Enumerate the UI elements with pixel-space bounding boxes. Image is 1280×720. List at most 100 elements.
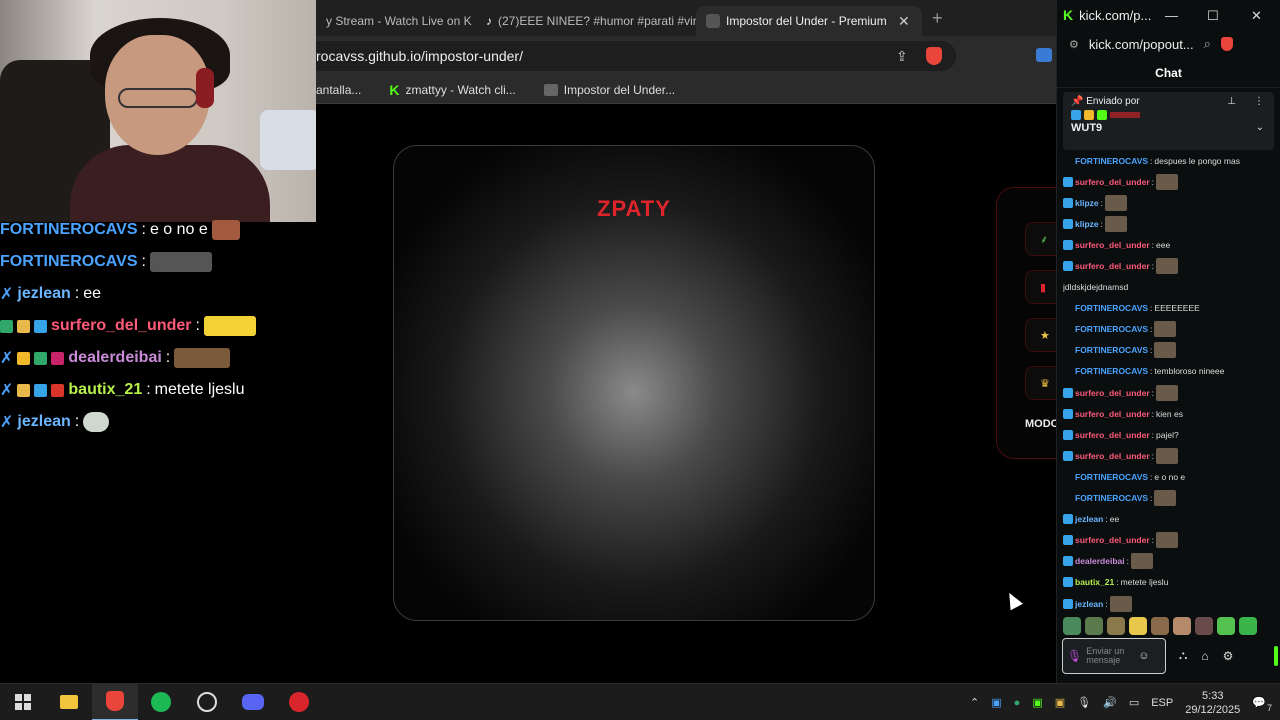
new-tab-icon[interactable]: + [932,8,943,29]
badge-icon [1063,577,1073,588]
badge-icon [1063,472,1073,482]
chat-username[interactable]: surfero_del_under [1075,388,1150,398]
emote-icon [174,348,231,368]
tab-label: (27)EEE NINEE? #humor #parati #vira [498,14,696,28]
badge-icon [1063,493,1073,503]
more-options-icon[interactable]: ⋮ [1254,96,1264,107]
chat-username[interactable]: FORTINEROCAVS [1075,345,1148,355]
mic-icon[interactable]: 🎙 [1067,649,1082,663]
discord-icon[interactable] [230,684,276,720]
chat-username[interactable]: jezlean [1075,514,1103,524]
emote-icon[interactable] [1085,617,1103,635]
url-text: rocavss.github.io/impostor-under/ [316,48,523,64]
emoji-icon[interactable]: ☺ [1138,650,1149,662]
emote-icon [149,252,212,272]
zoom-icon[interactable]: ⌕ [1204,36,1211,52]
chat-message: ✗ bautix_21: metete ljeslu [0,381,245,399]
chat-username[interactable]: FORTINEROCAVS [1075,493,1148,503]
clock[interactable]: 5:33 29/12/2025 [1185,689,1240,717]
brave-icon[interactable] [92,683,138,720]
badge-icon [1063,261,1073,272]
bookmark-item[interactable]: antalla... [316,83,361,97]
tray-app-icon[interactable]: ● [1014,697,1021,709]
badge-icon [1063,176,1073,187]
obs-icon[interactable] [184,684,230,720]
bookmark-item[interactable]: K zmattyy - Watch cli... [389,82,515,98]
brave-shields-icon[interactable] [1220,37,1233,51]
kick-icon: K [1063,7,1074,23]
emote-icon[interactable] [1151,617,1169,635]
emote-icon[interactable] [1063,617,1081,635]
emote-icon [211,220,240,240]
chat-text: despues le pongo mas [1154,155,1240,166]
tab-kick-stream[interactable]: y Stream - Watch Live on K [316,6,476,36]
chat-username[interactable]: FORTINEROCAVS [1075,324,1148,334]
bookmark-item[interactable]: Impostor del Under... [543,83,675,97]
chat-username[interactable]: surfero_del_under [1075,177,1150,187]
app-icon[interactable] [276,684,322,720]
brave-shields-icon[interactable] [925,47,942,65]
translate-extension-icon[interactable] [1036,48,1052,62]
chat-username[interactable]: FORTINEROCAVS [1075,156,1148,166]
users-icon[interactable]: ⛬ [1179,648,1187,663]
chat-username[interactable]: dealerdeibai [1075,556,1125,566]
spotify-icon[interactable] [138,684,184,720]
tray-app-icon[interactable]: ▣ [991,696,1001,709]
emote-icon[interactable] [1195,617,1213,635]
pin-action-icon[interactable]: ⊥ [1227,96,1236,107]
volume-icon[interactable]: 🔊 [1103,696,1117,709]
notifications-icon[interactable]: 💬 7 [1252,696,1272,713]
store-icon[interactable]: ⌂ [1201,649,1208,663]
mic-icon[interactable]: 🎙 [1077,696,1091,709]
pinned-user [1110,112,1140,118]
emote-icon[interactable] [1173,617,1191,635]
chat-username[interactable]: FORTINEROCAVS [1075,366,1148,376]
chat-username[interactable]: surfero_del_under [1075,261,1150,271]
badge-icon [1063,408,1073,419]
chat-username[interactable]: klipze [1075,219,1099,229]
chat-username[interactable]: surfero_del_under [1075,240,1150,250]
emote-icon[interactable] [1129,617,1147,635]
chat-username[interactable]: FORTINEROCAVS [1075,472,1148,482]
language-indicator[interactable]: ESP [1151,697,1173,709]
send-button[interactable] [1274,646,1278,666]
tray-app-icon[interactable]: ▣ [1032,696,1042,709]
chevron-up-icon[interactable]: ⌃ [970,696,979,709]
site-info-icon[interactable]: ⚙ [1069,38,1079,51]
chat-username[interactable]: FORTINEROCAVS [1075,303,1148,313]
tab-impostor[interactable]: Impostor del Under - Premium E ✕ [696,6,922,36]
close-tab-icon[interactable]: ✕ [898,13,910,30]
chat-username[interactable]: surfero_del_under [1075,430,1150,440]
display-icon[interactable]: ▭ [1129,696,1139,709]
settings-icon[interactable]: ⚙ [1223,649,1234,663]
emote-icon[interactable] [1217,617,1235,635]
chat-username[interactable]: jezlean [1075,599,1103,609]
file-explorer-icon[interactable] [46,684,92,720]
chat-username[interactable]: bautix_21 [1075,577,1114,587]
start-icon[interactable] [0,684,46,720]
chat-actions: ⛬ ⌂ ⚙ [1179,648,1233,663]
url-field[interactable]: rocavss.github.io/impostor-under/ [316,41,956,71]
chevron-down-icon[interactable]: ⌄ [1256,122,1264,133]
site-favicon [706,14,720,28]
emote-icon[interactable] [1107,617,1125,635]
tray-app-icon[interactable]: ▣ [1055,696,1065,709]
tab-tiktok[interactable]: ♪ (27)EEE NINEE? #humor #parati #vira [476,6,696,36]
chat-username[interactable]: surfero_del_under [1075,535,1150,545]
maximize-icon[interactable]: ☐ [1207,8,1219,24]
chat-username[interactable]: surfero_del_under [1075,451,1150,461]
sword-icon: ✗ [0,414,14,431]
chat-username[interactable]: klipze [1075,198,1099,208]
chat-message: bautix_21: metete ljeslu [1063,572,1275,593]
badge-icon [1063,556,1073,567]
chat-message: surfero_del_under: [1063,382,1275,403]
share-icon[interactable]: ⇪ [896,48,908,65]
minimize-icon[interactable]: — [1165,8,1178,23]
chat-message: FORTINEROCAVS: [1063,340,1275,361]
chat-username[interactable]: surfero_del_under [1075,409,1150,419]
emote-icon[interactable] [1239,617,1257,635]
badge-icon [1063,239,1073,250]
close-icon[interactable]: ✕ [1251,8,1262,24]
chat-input[interactable]: 🎙 Enviar un mensaje ☺ [1062,638,1166,674]
chat-input-placeholder: Enviar un mensaje [1086,646,1125,665]
